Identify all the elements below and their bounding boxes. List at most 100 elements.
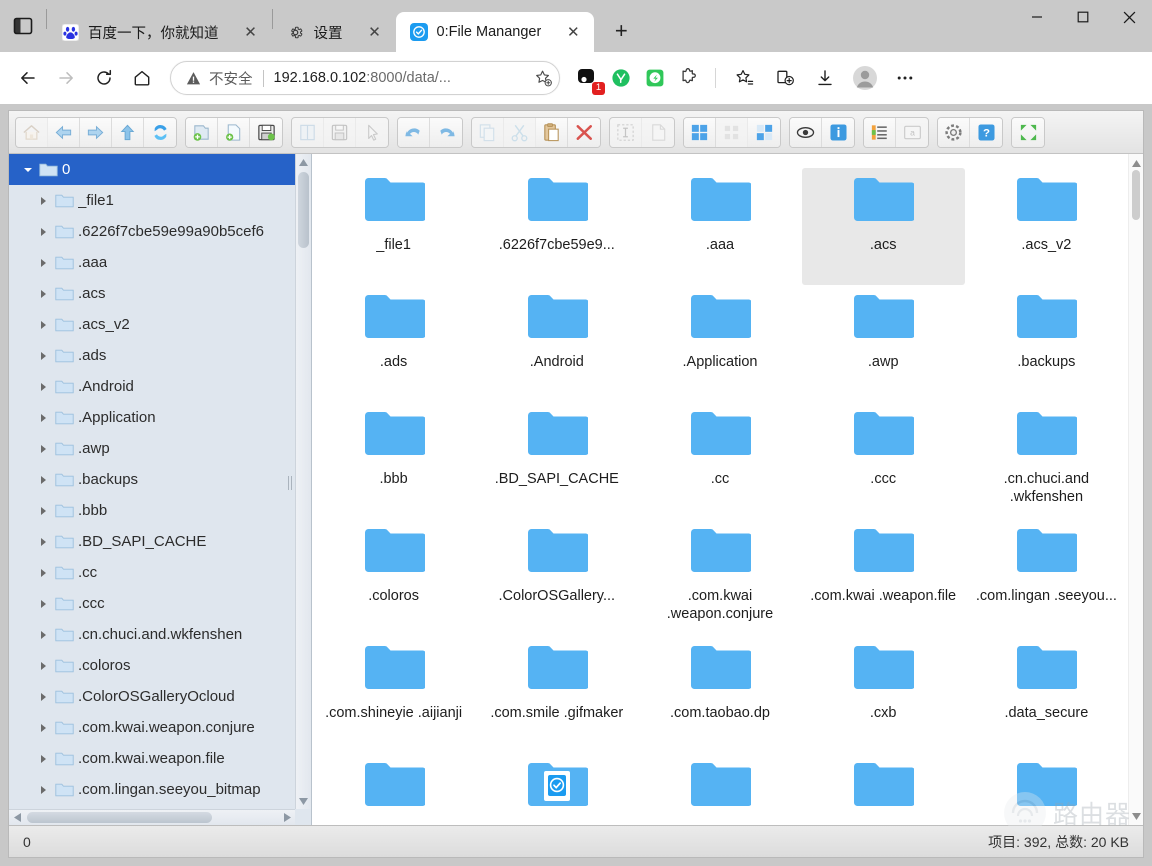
chevron-right-icon[interactable] <box>37 752 51 766</box>
tree-horizontal-scrollbar[interactable] <box>9 809 295 825</box>
chevron-right-icon[interactable] <box>37 256 51 270</box>
tab-settings[interactable]: 设置 ✕ <box>273 12 396 52</box>
tab-file-manager[interactable]: 0:File Mananger ✕ <box>396 12 595 52</box>
file-grid-item[interactable]: _file1 <box>312 168 475 285</box>
tree-item[interactable]: .ColorOSGalleryOcloud <box>9 681 295 712</box>
tree-item[interactable]: .com.kwai.weapon.file <box>9 743 295 774</box>
extension-green-chat-icon[interactable] <box>640 63 670 93</box>
settings-more-icon[interactable] <box>887 60 923 96</box>
tree-item-root[interactable]: 0 <box>9 154 295 185</box>
file-grid-item[interactable]: .BD_SAPI_CACHE <box>475 402 638 519</box>
tree-item[interactable]: .ccc <box>9 588 295 619</box>
chevron-right-icon[interactable] <box>37 380 51 394</box>
chevron-right-icon[interactable] <box>37 349 51 363</box>
minimize-button[interactable] <box>1014 0 1060 34</box>
file-grid-item[interactable]: .Application <box>638 285 801 402</box>
delete-button[interactable] <box>568 118 600 147</box>
rename-button[interactable]: a <box>896 118 928 147</box>
tree-item[interactable]: .cn.chuci.and.wkfenshen <box>9 619 295 650</box>
file-grid-item[interactable]: .coloros <box>312 519 475 636</box>
chevron-right-icon[interactable] <box>37 721 51 735</box>
small-icons-view-button[interactable] <box>716 118 748 147</box>
file-grid-item[interactable]: .ads <box>312 285 475 402</box>
file-grid-item[interactable]: .backups <box>965 285 1128 402</box>
extension-youdao-icon[interactable] <box>606 63 636 93</box>
file-grid-item[interactable]: .data_secure <box>965 636 1128 753</box>
tree-hscroll-thumb[interactable] <box>27 812 212 823</box>
files-vertical-scrollbar[interactable] <box>1128 154 1143 825</box>
file-grid-item[interactable] <box>965 753 1128 825</box>
redo-button[interactable] <box>430 118 462 147</box>
tree-scroll-thumb[interactable] <box>298 172 309 248</box>
back-button[interactable] <box>48 118 80 147</box>
refresh-button[interactable] <box>144 118 176 147</box>
copy-button[interactable] <box>472 118 504 147</box>
forward-button[interactable] <box>80 118 112 147</box>
file-grid-item[interactable]: .bbb <box>312 402 475 519</box>
file-grid-item[interactable]: .aaa <box>638 168 801 285</box>
chevron-right-icon[interactable] <box>37 535 51 549</box>
home-button[interactable] <box>124 60 160 96</box>
file-grid-item[interactable]: .cn.chuci.and .wkfenshen <box>965 402 1128 519</box>
file-grid-item[interactable]: .ccc <box>802 402 965 519</box>
back-button[interactable] <box>10 60 46 96</box>
chevron-right-icon[interactable] <box>37 566 51 580</box>
new-folder-button[interactable] <box>186 118 218 147</box>
select-all-button[interactable] <box>610 118 642 147</box>
file-grid-item[interactable] <box>475 753 638 825</box>
scroll-right-icon[interactable] <box>279 810 295 825</box>
tree-resize-gripper[interactable] <box>288 476 293 490</box>
tree-item[interactable]: .coloros <box>9 650 295 681</box>
tree-vertical-scrollbar[interactable] <box>295 154 311 809</box>
tree-item[interactable]: .Application <box>9 402 295 433</box>
tree-item[interactable]: .backups <box>9 464 295 495</box>
tree-item[interactable]: .acs_v2 <box>9 309 295 340</box>
tab-close-icon[interactable]: ✕ <box>238 19 264 45</box>
chevron-right-icon[interactable] <box>37 783 51 797</box>
tree-item[interactable]: .awp <box>9 433 295 464</box>
paste-button[interactable] <box>536 118 568 147</box>
file-grid-item[interactable]: .Android <box>475 285 638 402</box>
chevron-right-icon[interactable] <box>37 659 51 673</box>
tree-item[interactable]: .com.lingan.seeyou_bitmap <box>9 774 295 805</box>
select-button[interactable] <box>356 118 388 147</box>
maximize-button[interactable] <box>1060 0 1106 34</box>
profile-avatar-icon[interactable] <box>847 60 883 96</box>
file-grid-item[interactable]: .com.kwai .weapon.file <box>802 519 965 636</box>
file-grid-item[interactable]: .awp <box>802 285 965 402</box>
scroll-up-icon[interactable] <box>296 154 311 170</box>
file-grid-item[interactable] <box>802 753 965 825</box>
file-grid-item[interactable]: .ColorOSGallery... <box>475 519 638 636</box>
chevron-right-icon[interactable] <box>37 318 51 332</box>
collections-icon[interactable] <box>767 60 803 96</box>
file-grid-item[interactable]: .com.shineyie .aijianji <box>312 636 475 753</box>
tree-item[interactable]: .BD_SAPI_CACHE <box>9 526 295 557</box>
tab-close-icon[interactable]: ✕ <box>560 19 586 45</box>
tree-item[interactable]: .aaa <box>9 247 295 278</box>
open-button[interactable] <box>292 118 324 147</box>
downloads-icon[interactable] <box>807 60 843 96</box>
file-grid-item[interactable]: .com.smile .gifmaker <box>475 636 638 753</box>
files-scroll-thumb[interactable] <box>1132 170 1140 220</box>
tree-item[interactable]: .com.kwai.weapon.conjure <box>9 712 295 743</box>
info-button[interactable] <box>822 118 854 147</box>
reload-button[interactable] <box>86 60 122 96</box>
chevron-right-icon[interactable] <box>37 225 51 239</box>
save-as-button[interactable] <box>324 118 356 147</box>
tree-item[interactable]: .6226f7cbe59e99a90b5cef6 <box>9 216 295 247</box>
tab-close-icon[interactable]: ✕ <box>362 19 388 45</box>
chevron-right-icon[interactable] <box>37 628 51 642</box>
favorites-icon[interactable] <box>727 60 763 96</box>
scroll-down-icon[interactable] <box>296 793 311 809</box>
new-file-button[interactable] <box>218 118 250 147</box>
details-list-button[interactable] <box>864 118 896 147</box>
question-help-icon[interactable]: ? <box>970 118 1002 147</box>
file-grid-item[interactable]: .acs_v2 <box>965 168 1128 285</box>
tiles-view-button[interactable] <box>748 118 780 147</box>
tree-item[interactable]: .acs <box>9 278 295 309</box>
extension-black-icon[interactable]: 1 <box>572 63 602 93</box>
save-button[interactable] <box>250 118 282 147</box>
chevron-right-icon[interactable] <box>37 597 51 611</box>
file-grid-item[interactable]: .com.lingan .seeyou... <box>965 519 1128 636</box>
undo-button[interactable] <box>398 118 430 147</box>
